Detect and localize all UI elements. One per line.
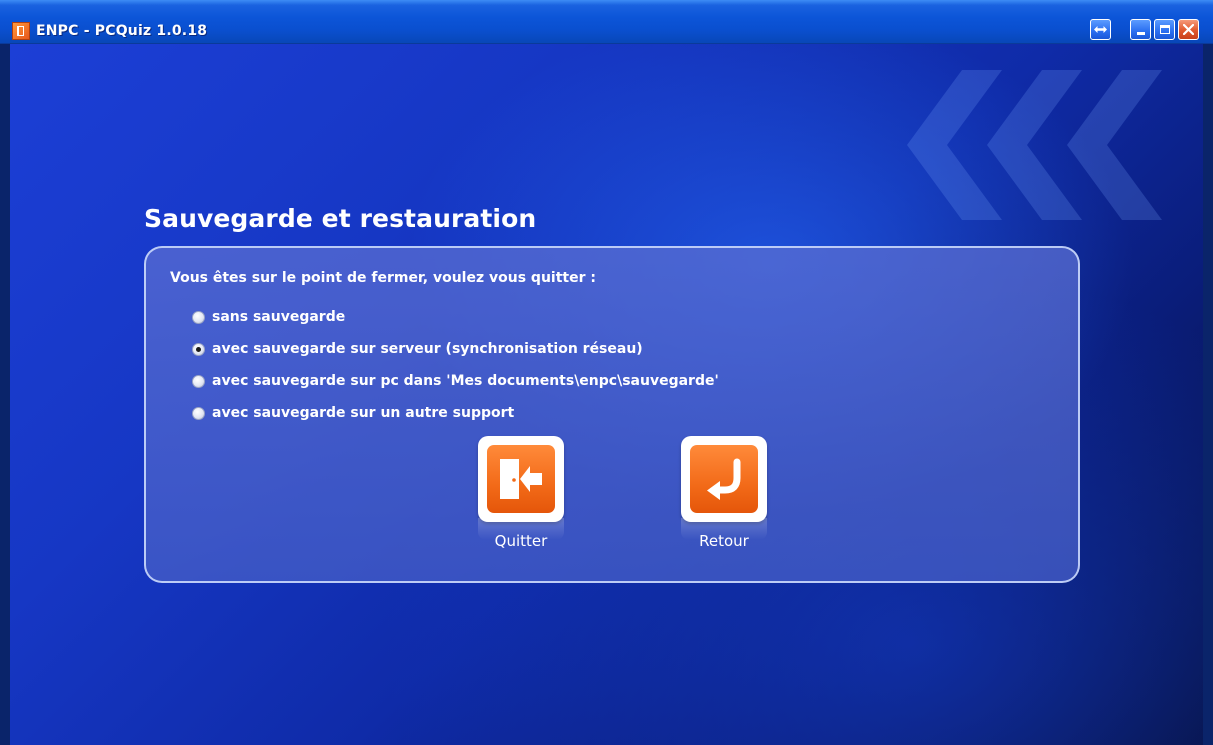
quit-button[interactable]: Quitter <box>477 436 565 550</box>
exit-door-icon <box>500 459 542 499</box>
app-logo-icon <box>12 22 30 40</box>
close-button[interactable] <box>1178 19 1199 40</box>
title-area: ENPC - PCQuiz 1.0.18 <box>12 20 207 42</box>
radio-other-media-save[interactable] <box>192 406 205 420</box>
close-icon <box>1183 24 1194 35</box>
radio-server-save[interactable] <box>192 342 205 356</box>
back-icon-tile[interactable] <box>681 436 767 522</box>
window-title: ENPC - PCQuiz 1.0.18 <box>36 23 208 39</box>
option-pc-save[interactable]: avec sauvegarde sur pc dans 'Mes documen… <box>192 365 719 397</box>
option-label: sans sauvegarde <box>212 309 346 325</box>
minimize-button[interactable] <box>1130 19 1151 40</box>
return-arrow-icon <box>707 458 741 500</box>
maximize-icon <box>1159 25 1170 34</box>
radio-no-save[interactable] <box>192 310 205 324</box>
option-label: avec sauvegarde sur pc dans 'Mes documen… <box>212 373 719 389</box>
back-button[interactable]: Retour <box>680 436 768 550</box>
decorative-chevrons-icon <box>907 70 1162 220</box>
option-server-save[interactable]: avec sauvegarde sur serveur (synchronisa… <box>192 333 719 365</box>
option-other-media-save[interactable]: avec sauvegarde sur un autre support <box>192 397 719 429</box>
page-title: Sauvegarde et restauration <box>144 204 537 233</box>
minimize-icon <box>1136 32 1145 35</box>
save-options-panel: Vous êtes sur le point de fermer, voulez… <box>144 246 1080 583</box>
quit-icon-tile[interactable] <box>478 436 564 522</box>
resize-arrows-icon <box>1094 26 1107 33</box>
quit-label: Quitter <box>494 532 548 550</box>
option-label: avec sauvegarde sur un autre support <box>212 405 515 421</box>
window-controls <box>1090 19 1199 40</box>
app-window: ENPC - PCQuiz 1.0.18 Sauvegarde et resta… <box>0 0 1213 745</box>
client-area: Sauvegarde et restauration Vous êtes sur… <box>10 44 1203 745</box>
option-label: avec sauvegarde sur serveur (synchronisa… <box>212 341 643 357</box>
resize-arrows-button[interactable] <box>1090 19 1111 40</box>
back-label: Retour <box>699 532 749 550</box>
title-bar[interactable]: ENPC - PCQuiz 1.0.18 <box>0 0 1213 44</box>
options-group: sans sauvegarde avec sauvegarde sur serv… <box>192 301 719 429</box>
option-no-save[interactable]: sans sauvegarde <box>192 301 719 333</box>
question-text: Vous êtes sur le point de fermer, voulez… <box>170 270 596 286</box>
radio-pc-save[interactable] <box>192 374 205 388</box>
maximize-button[interactable] <box>1154 19 1175 40</box>
